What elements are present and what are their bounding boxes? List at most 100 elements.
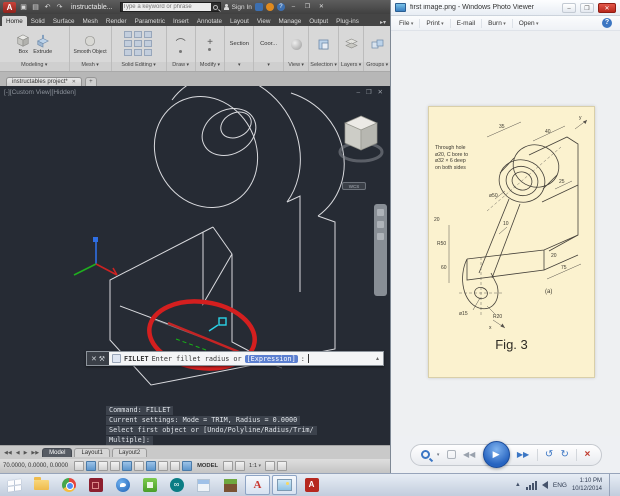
open-icon[interactable]: [19, 3, 28, 12]
orbit-icon[interactable]: [377, 233, 384, 240]
groups-icon[interactable]: [371, 38, 384, 51]
last-layout-icon[interactable]: ▶▶: [30, 450, 40, 456]
ribbon-tab-output[interactable]: Output: [305, 16, 332, 26]
menu-burn[interactable]: Burn: [488, 20, 506, 27]
new-tab-button[interactable]: +: [85, 77, 97, 86]
taskbar-media-app[interactable]: [83, 475, 108, 495]
ribbon-tab-insert[interactable]: Insert: [169, 16, 193, 26]
lineweight-toggle[interactable]: [182, 461, 192, 471]
pv-minimize-button[interactable]: [562, 3, 576, 13]
tab-close-icon[interactable]: ✕: [72, 79, 76, 85]
draw-arc-icon[interactable]: ⌒: [176, 35, 186, 50]
apps-store-icon[interactable]: [266, 3, 274, 11]
ortho-toggle[interactable]: [110, 461, 120, 471]
panel-label-layers[interactable]: Layers: [339, 62, 364, 71]
section-button[interactable]: Section: [230, 41, 249, 47]
otrack-toggle[interactable]: [146, 461, 156, 471]
ribbon-tab-mesh[interactable]: Mesh: [79, 16, 102, 26]
taskbar-file-explorer[interactable]: [29, 475, 54, 495]
panel-label-selection[interactable]: Selection: [309, 62, 337, 71]
next-image-button[interactable]: ▶▶: [517, 450, 529, 459]
ribbon-tab-render[interactable]: Render: [102, 16, 131, 26]
menu-file[interactable]: File: [399, 20, 413, 27]
view-sphere-icon[interactable]: [291, 39, 302, 50]
ribbon-tab-parametric[interactable]: Parametric: [131, 16, 169, 26]
taskbar-minecraft[interactable]: [218, 475, 243, 495]
language-indicator[interactable]: ENG: [553, 482, 567, 489]
next-layout-icon[interactable]: ▶: [23, 450, 29, 456]
panel-label-mesh[interactable]: Mesh: [70, 62, 111, 71]
start-button[interactable]: [2, 475, 27, 495]
selection-icon[interactable]: [317, 38, 330, 51]
search-icon[interactable]: [213, 5, 218, 10]
model-viewport[interactable]: [-][Custom View][Hidden] – ❐ ✕: [0, 86, 390, 445]
undo-icon[interactable]: [43, 3, 52, 12]
maximize-button[interactable]: [302, 3, 313, 12]
volume-icon[interactable]: [542, 481, 548, 489]
viewcube[interactable]: [338, 110, 384, 173]
taskbar-arduino[interactable]: ∞: [164, 475, 189, 495]
taskbar-photo-viewer[interactable]: [272, 475, 297, 495]
show-desktop-button[interactable]: [609, 474, 614, 496]
snap-toggle[interactable]: [86, 461, 96, 471]
box-button[interactable]: Box: [16, 34, 30, 55]
network-icon[interactable]: [526, 481, 537, 490]
grid-toggle[interactable]: [98, 461, 108, 471]
ribbon-tab-manage[interactable]: Manage: [274, 16, 305, 26]
ribbon-tab-solid[interactable]: Solid: [27, 16, 49, 26]
help-icon[interactable]: ?: [277, 3, 285, 11]
viewport-controls-label[interactable]: [-][Custom View][Hidden]: [4, 89, 76, 96]
ribbon-options-icon[interactable]: ▸▾: [380, 19, 390, 26]
prev-layout-icon[interactable]: ◀: [15, 450, 21, 456]
ribbon-tab-home[interactable]: Home: [2, 16, 27, 26]
taskbar-chrome[interactable]: [56, 475, 81, 495]
panel-caret-section[interactable]: [225, 62, 253, 71]
panel-label-modify[interactable]: Modify: [196, 62, 224, 71]
a360-icon[interactable]: [255, 3, 263, 11]
ribbon-tab-annotate[interactable]: Annotate: [193, 16, 226, 26]
zoom-tool-icon[interactable]: [421, 450, 430, 459]
viewport-window-buttons[interactable]: – ❐ ✕: [356, 88, 385, 96]
pv-maximize-button[interactable]: [580, 3, 594, 13]
panel-label-modeling[interactable]: Modeling: [0, 62, 69, 71]
taskbar-thunderbird[interactable]: [110, 475, 135, 495]
menu-open[interactable]: Open: [519, 20, 539, 27]
zoom-icon[interactable]: [377, 221, 384, 228]
command-option-expression[interactable]: [Expression]: [245, 355, 298, 363]
ribbon-tab-surface[interactable]: Surface: [49, 16, 79, 26]
zoom-caret-icon[interactable]: ▾: [437, 452, 440, 458]
rotate-cw-button[interactable]: ↻: [561, 450, 569, 460]
modify-icon[interactable]: +: [207, 37, 213, 48]
extrude-button[interactable]: Extrude: [33, 34, 52, 55]
model-space-indicator[interactable]: MODEL: [194, 463, 221, 469]
redo-icon[interactable]: [55, 3, 64, 12]
polar-toggle[interactable]: [122, 461, 132, 471]
workspace-switch[interactable]: [265, 461, 275, 471]
menu-print[interactable]: Print: [426, 20, 443, 27]
sign-in-link[interactable]: Sign In: [232, 4, 252, 11]
autocad-logo-icon[interactable]: A: [3, 2, 16, 13]
ribbon-tab-view[interactable]: View: [253, 16, 275, 26]
minimize-button[interactable]: [288, 3, 299, 12]
menu-email[interactable]: E-mail: [457, 20, 475, 27]
coordinates-button[interactable]: Coor...: [260, 41, 277, 47]
infer-constraints-toggle[interactable]: [74, 461, 84, 471]
play-slideshow-button[interactable]: ▶: [483, 441, 510, 468]
taskbar-notes[interactable]: [191, 475, 216, 495]
annotation-scale[interactable]: 1:1: [247, 463, 263, 469]
tab-model[interactable]: Model: [42, 448, 72, 457]
navigation-bar[interactable]: [374, 204, 387, 296]
smooth-object-button[interactable]: Smooth Object: [74, 34, 107, 55]
dyn-ucs-toggle[interactable]: [158, 461, 168, 471]
command-cancel-icon[interactable]: ✕ ⚒: [87, 352, 109, 365]
isolate-objects-toggle[interactable]: [277, 461, 287, 471]
tab-layout2[interactable]: Layout2: [112, 448, 147, 457]
rotate-ccw-button[interactable]: ↺: [545, 450, 553, 460]
wcs-dropdown[interactable]: WCS: [342, 182, 366, 190]
document-tab[interactable]: instructables project*✕: [6, 77, 82, 86]
search-input[interactable]: [123, 3, 211, 11]
annotation-visibility-toggle[interactable]: [223, 461, 233, 471]
panel-caret-coordinates[interactable]: [254, 62, 282, 71]
taskbar-clock[interactable]: 1:10 PM 10/12/2014: [572, 477, 602, 493]
panel-label-view[interactable]: View: [284, 62, 309, 71]
